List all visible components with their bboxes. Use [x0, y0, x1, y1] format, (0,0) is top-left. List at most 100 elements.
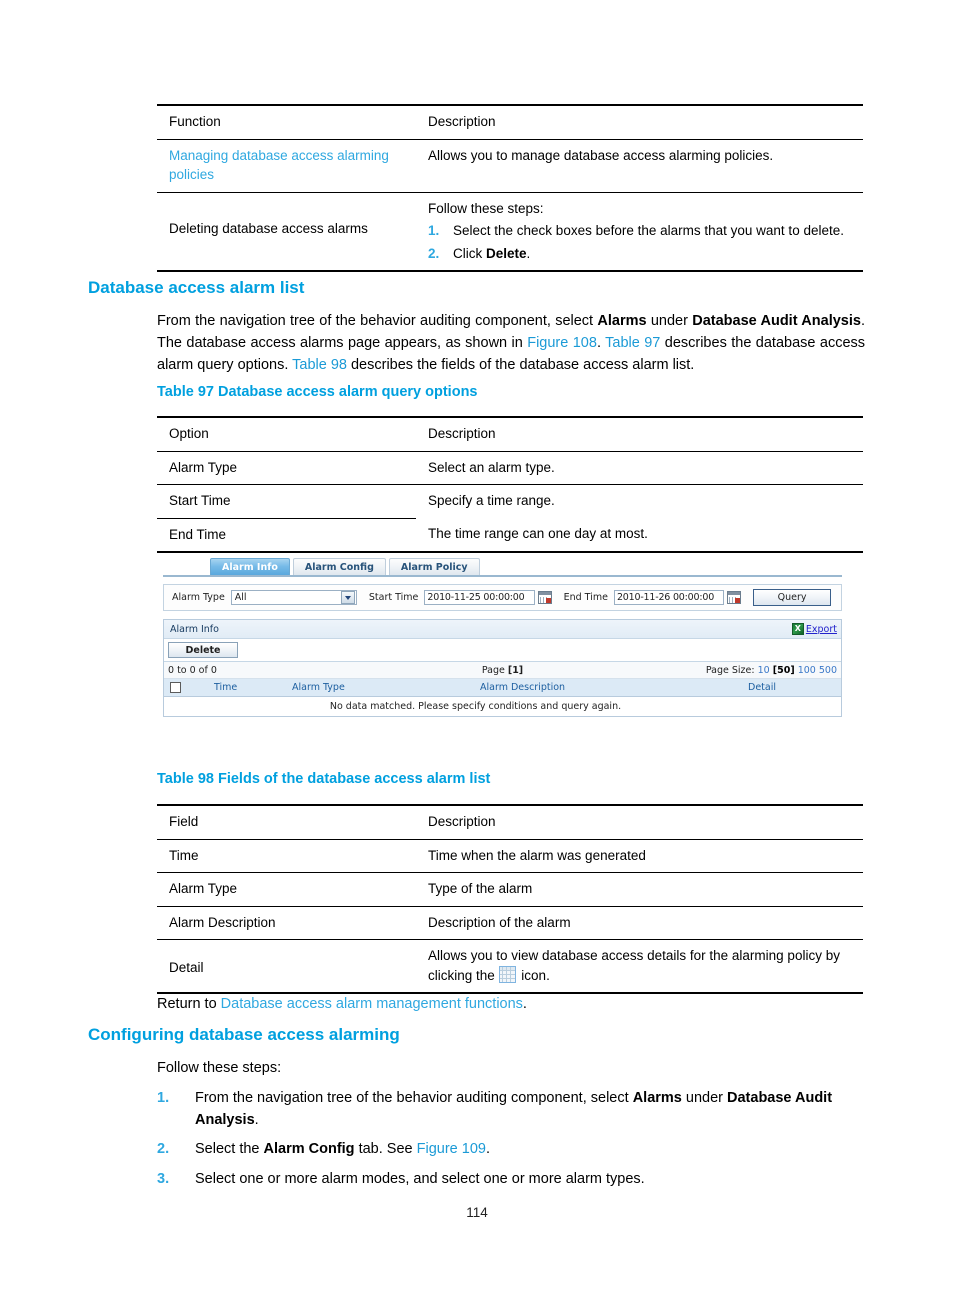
panel-title: Alarm Info [170, 623, 219, 635]
step-number: 1. [428, 223, 440, 239]
column-header-alarm-description[interactable]: Alarm Description [474, 682, 742, 693]
calendar-icon[interactable] [727, 591, 742, 604]
mini-step-list: 1. Select the check boxes before the ala… [428, 221, 859, 263]
cell-description: Type of the alarm [416, 872, 863, 907]
current-page: [1] [507, 664, 524, 676]
table-header-row: Field Description [157, 803, 863, 840]
mini-step: 2. Click Delete. [428, 244, 859, 264]
table-header-row: Option Description [157, 415, 863, 452]
export-label[interactable]: Export [806, 624, 837, 635]
detail-text-after: icon. [517, 967, 550, 983]
step-number: 2. [157, 1141, 170, 1158]
panel-toolbar: Delete [164, 639, 841, 662]
term-database-audit-analysis: Database Audit Analysis [692, 313, 861, 329]
start-time-input[interactable]: 2010-11-25 00:00:00 [424, 590, 535, 605]
page-size-100[interactable]: 100 [798, 665, 816, 676]
delete-button[interactable]: Delete [168, 642, 238, 658]
alarm-query-options-table: Option Description Alarm Type Select an … [157, 415, 863, 554]
cell-description: Time when the alarm was generated [416, 839, 863, 874]
cell-option-alarm-type: Alarm Type [157, 451, 416, 486]
cell-function: Deleting database access alarms [157, 192, 416, 273]
section-heading-alarm-list: Database access alarm list [88, 278, 305, 297]
export-link[interactable]: Export [791, 623, 837, 635]
steps-intro: Follow these steps: [428, 200, 544, 216]
page-size-selector: Page Size: 10 [50] 100 500 [705, 664, 837, 676]
step-2: 2. Select the Alarm Config tab. See Figu… [157, 1139, 867, 1161]
step-3: 3. Select one or more alarm modes, and s… [157, 1169, 867, 1191]
configuring-steps: Follow these steps: 1. From the navigati… [157, 1058, 867, 1191]
tab-alarm-config[interactable]: Alarm Config [292, 558, 386, 575]
table-row: Alarm Description Description of the ala… [157, 906, 863, 941]
column-header-alarm-type[interactable]: Alarm Type [286, 682, 474, 693]
mini-step: 1. Select the check boxes before the ala… [428, 221, 859, 241]
step-1: 1. From the navigation tree of the behav… [157, 1088, 867, 1132]
table-row: Start Time Specify a time range. [157, 484, 863, 519]
cell-description: The time range can one day at most. [416, 518, 863, 554]
term-alarm-config: Alarm Config [263, 1141, 355, 1158]
end-time-input[interactable]: 2010-11-26 00:00:00 [613, 590, 725, 605]
cell-field-detail: Detail [157, 939, 416, 995]
link-figure-108[interactable]: Figure 108 [527, 335, 597, 351]
select-all-checkbox[interactable] [170, 682, 181, 693]
link-table-98[interactable]: Table 98 [292, 357, 347, 373]
alarm-type-select[interactable]: All [230, 590, 357, 605]
step-bold-term: Delete [486, 245, 527, 261]
step-text: Select the Alarm Config tab. See Figure … [195, 1141, 490, 1158]
table-row: Detail Allows you to view database acces… [157, 939, 863, 995]
detail-text-before: Allows you to view database access detai… [428, 948, 840, 983]
step-text: From the navigation tree of the behavior… [195, 1089, 833, 1128]
link-managing-policies[interactable]: Managing database access alarming polici… [169, 148, 389, 183]
page-number: 114 [466, 1205, 488, 1220]
column-header-description: Description [416, 103, 863, 140]
panel-header: Alarm Info Export [164, 620, 841, 639]
cell-description-detail: Allows you to view database access detai… [416, 939, 863, 995]
table-97-caption: Table 97 Database access alarm query opt… [157, 384, 478, 400]
link-alarm-management-functions[interactable]: Database access alarm management functio… [221, 996, 523, 1012]
page-size-50-current[interactable]: [50] [773, 665, 795, 676]
table-row: End Time The time range can one day at m… [157, 518, 863, 554]
cell-field-time: Time [157, 839, 416, 874]
intro-paragraph: From the navigation tree of the behavior… [157, 313, 866, 374]
alarm-list-fields-table: Field Description Time Time when the ala… [157, 803, 863, 995]
select-all-cell[interactable] [164, 682, 208, 693]
chevron-down-icon[interactable] [340, 591, 355, 604]
figure-108-screenshot: Alarm Info Alarm Config Alarm Policy Ala… [163, 556, 842, 717]
cell-option-end-time: End Time [157, 518, 416, 554]
function-description-table: Function Description Managing database a… [157, 103, 863, 273]
link-figure-109[interactable]: Figure 109 [417, 1141, 486, 1157]
term-alarms: Alarms [632, 1089, 682, 1106]
grid-header-row: Time Alarm Type Alarm Description Detail [164, 679, 841, 697]
detail-grid-icon [498, 965, 516, 983]
column-header-detail[interactable]: Detail [742, 682, 841, 693]
cell-description: Allows you to manage database access ala… [416, 139, 863, 193]
column-header-field: Field [157, 803, 416, 840]
cell-field-alarm-description: Alarm Description [157, 906, 416, 941]
step-number: 2. [428, 245, 440, 261]
table-row: Alarm Type Select an alarm type. [157, 451, 863, 486]
cell-function-link[interactable]: Managing database access alarming polici… [157, 139, 416, 193]
cell-option-start-time: Start Time [157, 484, 416, 519]
tab-alarm-info[interactable]: Alarm Info [210, 558, 290, 575]
alarm-type-label: Alarm Type [172, 592, 225, 603]
steps-intro: Follow these steps: [157, 1060, 282, 1076]
start-time-label: Start Time [368, 592, 419, 603]
page-size-500[interactable]: 500 [819, 665, 837, 676]
tab-alarm-policy[interactable]: Alarm Policy [388, 558, 480, 575]
step-text: Click Delete. [453, 245, 531, 261]
cell-description: Specify a time range. [428, 493, 555, 509]
query-button[interactable]: Query [753, 589, 831, 606]
column-header-function: Function [157, 103, 416, 140]
section-heading-configuring: Configuring database access alarming [88, 1025, 400, 1044]
tab-strip: Alarm Info Alarm Config Alarm Policy [163, 556, 842, 577]
link-table-97[interactable]: Table 97 [605, 335, 660, 351]
page-size-10[interactable]: 10 [758, 665, 770, 676]
step-number: 3. [157, 1171, 170, 1187]
excel-icon [791, 623, 804, 635]
query-bar: Alarm Type All Start Time 2010-11-25 00:… [163, 584, 842, 611]
document-page: Function Description Managing database a… [0, 0, 954, 1296]
table-header-row: Function Description [157, 103, 863, 140]
column-header-option: Option [157, 415, 416, 452]
table-row: Deleting database access alarms Follow t… [157, 192, 863, 273]
column-header-time[interactable]: Time [208, 682, 286, 693]
calendar-icon[interactable] [537, 591, 552, 604]
